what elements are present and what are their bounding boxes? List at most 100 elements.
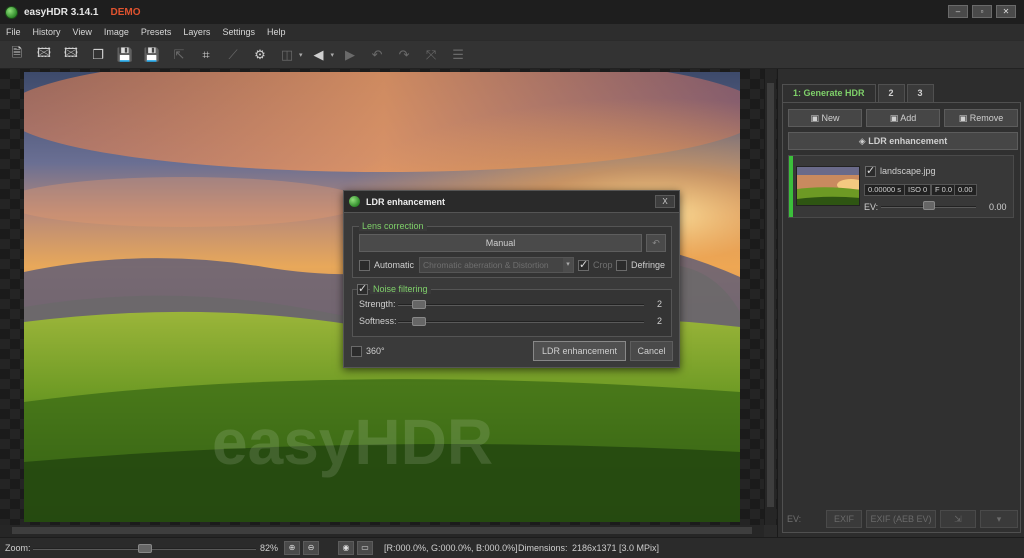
360-label: 360° — [366, 346, 385, 356]
demo-label: DEMO — [110, 6, 141, 18]
reset-icon[interactable]: ⤧ — [420, 44, 442, 66]
menu-settings[interactable]: Settings — [216, 27, 261, 37]
chevron-down-icon[interactable]: ▾ — [331, 51, 335, 59]
remove-label: Remove — [969, 113, 1004, 123]
iso-badge: ISO 0 — [904, 184, 932, 196]
dialog-close-button[interactable]: X — [655, 195, 675, 208]
save-icon[interactable]: 💾 — [114, 44, 136, 66]
defringe-checkbox[interactable] — [616, 260, 627, 271]
pixel-readout: [R:000.0%, G:000.0%, B:000.0%] — [384, 543, 518, 553]
maximize-button[interactable]: ▫ — [972, 5, 992, 18]
scrollbar-thumb[interactable] — [12, 527, 752, 534]
horizontal-scrollbar[interactable] — [0, 525, 764, 537]
remove-icon: ▣ — [958, 113, 970, 123]
image-include-checkbox[interactable] — [865, 164, 876, 177]
vertical-scrollbar[interactable] — [764, 69, 776, 525]
scrollbar-thumb[interactable] — [767, 83, 774, 507]
camera-icon[interactable]: ◉ — [338, 541, 354, 555]
straighten-icon[interactable]: ⟋ — [222, 44, 244, 66]
ldr-enhancement-button[interactable]: ◈ LDR enhancement — [788, 132, 1018, 150]
open-image-icon[interactable]: 🗎 — [6, 44, 28, 66]
ldr-enhancement-ok-button[interactable]: LDR enhancement — [533, 341, 626, 361]
ev-slider-handle[interactable] — [922, 201, 935, 210]
cancel-button[interactable]: Cancel — [630, 341, 673, 361]
new-button[interactable]: ▣ New — [788, 109, 862, 127]
add-button[interactable]: ▣ Add — [866, 109, 940, 127]
crop-checkbox[interactable] — [578, 258, 589, 271]
exif-aeb-button[interactable]: EXIF (AEB EV) — [866, 510, 936, 528]
image-filename: landscape.jpg — [880, 166, 936, 176]
chevron-down-icon[interactable]: ▾ — [299, 51, 303, 59]
add-image-alt-icon[interactable]: 🖾 — [60, 44, 82, 66]
menu-view[interactable]: View — [67, 27, 98, 37]
strength-value: 2 — [657, 299, 663, 309]
menu-layers[interactable]: Layers — [177, 27, 216, 37]
reset-icon[interactable]: ↶ — [646, 234, 666, 252]
save-as-icon[interactable]: 💾 — [141, 44, 163, 66]
tab-generate-hdr[interactable]: 1: Generate HDR — [782, 84, 876, 102]
360-checkbox[interactable] — [351, 346, 362, 357]
close-window-button[interactable]: ✕ — [996, 5, 1016, 18]
tab-2[interactable]: 2 — [877, 84, 905, 102]
menu-help[interactable]: Help — [261, 27, 292, 37]
monitor-icon[interactable]: ▭ — [357, 541, 373, 555]
dialog-title-bar: LDR enhancement — [344, 191, 679, 213]
ev-mode-select[interactable]: ▾ — [980, 510, 1018, 528]
crop-label: Crop — [593, 260, 613, 270]
batch-icon[interactable]: ❐ — [87, 44, 109, 66]
status-bar: Zoom: 82% ⊕ ⊖ ◉ ▭ [R:000.0%, G:000.0%, B… — [0, 537, 1024, 558]
tab-3[interactable]: 3 — [906, 84, 934, 102]
manual-button[interactable]: Manual — [359, 234, 642, 252]
lens-correction-select[interactable]: Chromatic aberration & Distortion ▾ — [419, 257, 574, 273]
softness-slider[interactable] — [398, 321, 644, 323]
noise-filtering-checkbox[interactable] — [357, 282, 368, 295]
softness-slider-handle[interactable] — [411, 317, 426, 326]
noise-filtering-title: Noise filtering — [370, 284, 431, 294]
zoom-out-icon[interactable]: ⊖ — [303, 541, 319, 555]
image-list-item[interactable]: landscape.jpg 0.00000 s ISO 0 F 0.0 0.00… — [788, 155, 1014, 218]
softness-value: 2 — [657, 316, 663, 326]
menu-file[interactable]: File — [0, 27, 27, 37]
ev-value: 0.00 — [989, 202, 1007, 212]
noise-filtering-group: Noise filtering Strength: 2 Softness: 2 — [352, 282, 672, 337]
compare-icon[interactable]: ◫ — [276, 44, 298, 66]
menu-bar: File History View Image Presets Layers S… — [0, 24, 1024, 40]
menu-history[interactable]: History — [27, 27, 67, 37]
zoom-value: 82% — [260, 543, 279, 553]
navigate-back-icon[interactable]: ◀ — [308, 44, 330, 66]
lens-correction-select-value: Chromatic aberration & Distortion — [423, 260, 549, 270]
exif-button[interactable]: EXIF — [826, 510, 862, 528]
strength-slider-handle[interactable] — [411, 300, 426, 309]
export-icon[interactable]: ⇱ — [168, 44, 190, 66]
automatic-checkbox[interactable] — [359, 260, 370, 271]
dialog-title: LDR enhancement — [366, 196, 446, 207]
menu-image[interactable]: Image — [98, 27, 135, 37]
new-icon: ▣ — [810, 113, 822, 123]
undo-icon[interactable]: ↶ — [366, 44, 388, 66]
chevron-down-icon: ▾ — [563, 258, 573, 272]
svg-text:easyHDR: easyHDR — [212, 406, 493, 478]
generate-hdr-panel: ▣ New ▣ Add ▣ Remove ◈ LDR enhancement ✓… — [782, 102, 1021, 533]
settings-icon[interactable]: ⚙ — [249, 44, 271, 66]
minimize-button[interactable]: – — [948, 5, 968, 18]
add-icon: ▣ — [889, 113, 901, 123]
new-label: New — [821, 113, 840, 123]
navigate-forward-icon[interactable]: ▶ — [339, 44, 361, 66]
redo-icon[interactable]: ↷ — [393, 44, 415, 66]
dimensions-value: 2186x1371 [3.0 MPix] — [572, 543, 660, 553]
strength-slider[interactable] — [398, 304, 644, 306]
toolbar: 🗎 🖾 🖾 ❐ 💾 💾 ⇱ ⌗ ⟋ ⚙ ◫ ▾ ◀ ▾ ▶ ↶ ↷ ⤧ ☰ — [0, 41, 1024, 69]
layers-icon[interactable]: ☰ — [447, 44, 469, 66]
add-image-icon[interactable]: 🖾 — [33, 44, 55, 66]
remove-button[interactable]: ▣ Remove — [944, 109, 1018, 127]
apply-ev-icon[interactable]: ⇲ — [940, 510, 976, 528]
title-bar: easyHDR 3.14.1 DEMO – ▫ ✕ — [0, 0, 1024, 24]
zoom-slider-handle[interactable] — [137, 544, 152, 553]
selected-indicator — [789, 156, 793, 217]
right-panel: 1: Generate HDR 2 3 ▣ New ▣ Add ▣ Remove… — [777, 69, 1024, 537]
ldr-enhancement-dialog: LDR enhancement X Lens correction Manual… — [343, 190, 680, 368]
crop-icon[interactable]: ⌗ — [195, 44, 217, 66]
dimensions-label: Dimensions: — [518, 543, 568, 553]
zoom-in-icon[interactable]: ⊕ — [284, 541, 300, 555]
menu-presets[interactable]: Presets — [135, 27, 178, 37]
